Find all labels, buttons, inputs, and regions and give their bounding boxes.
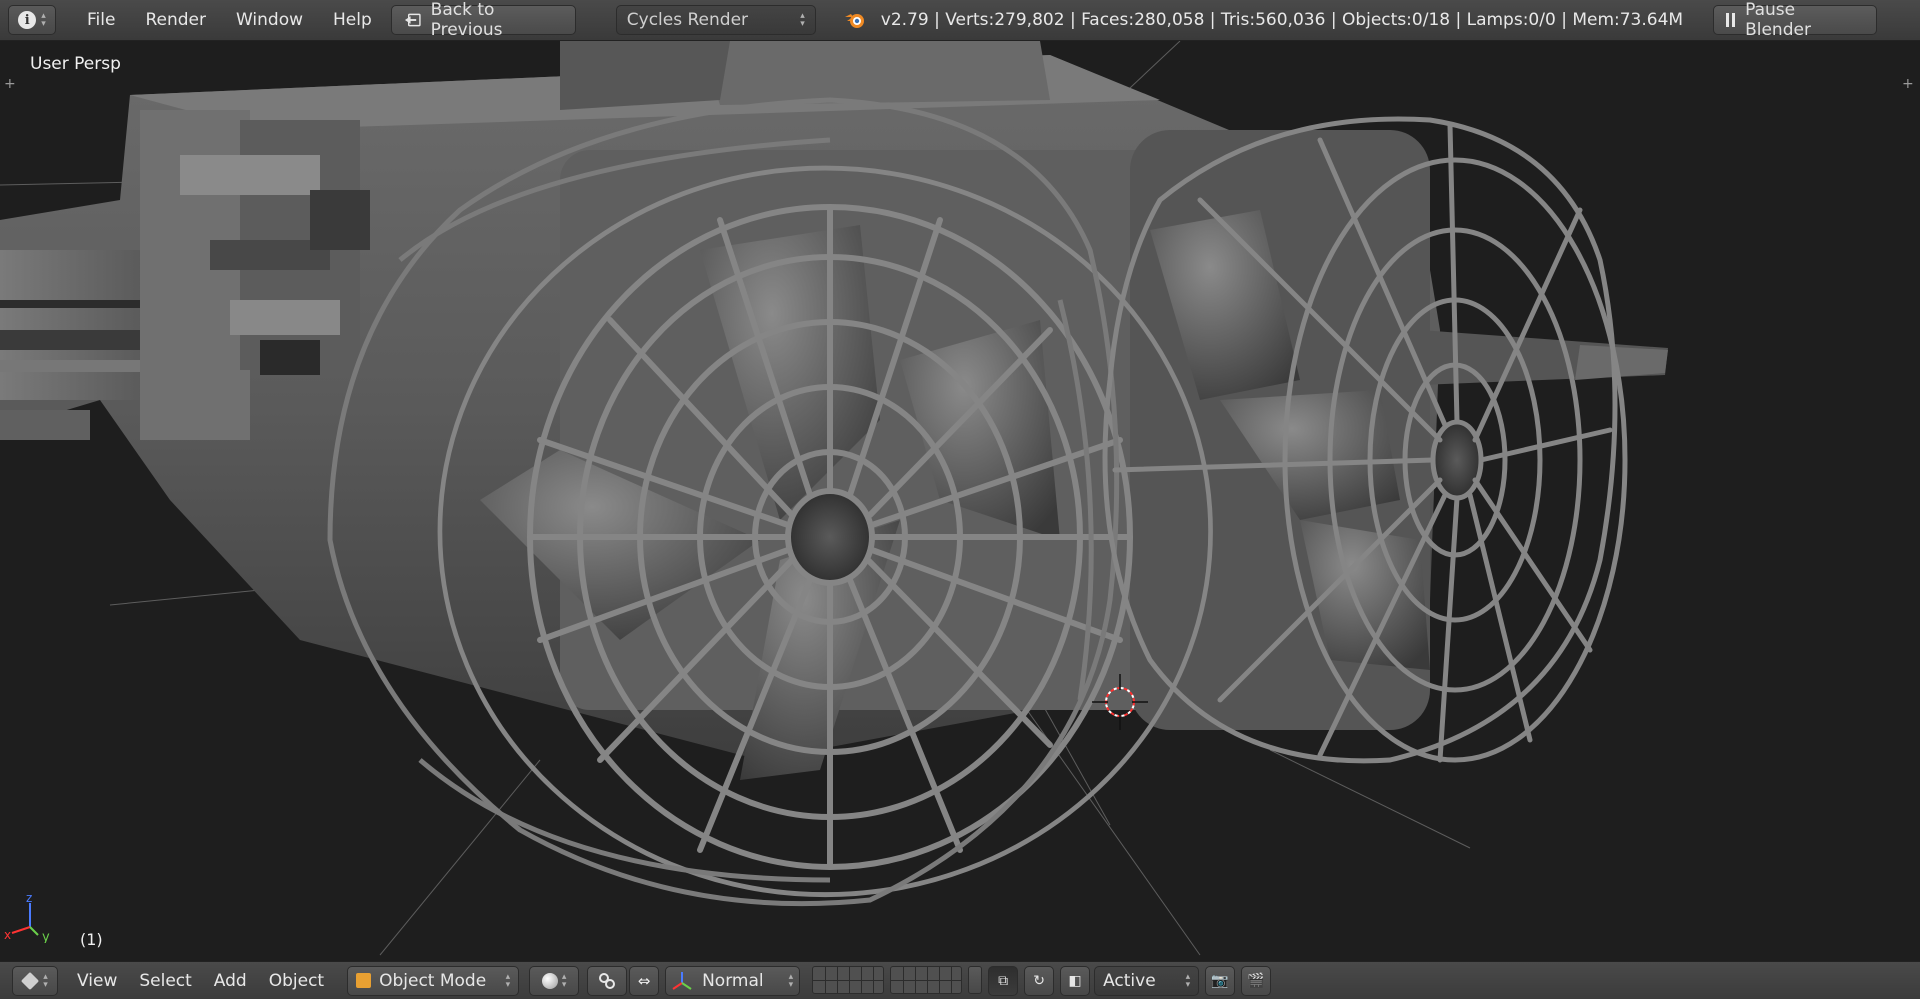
render-engine-value: Cycles Render (626, 10, 749, 30)
main-menu: File Render Window Help (72, 10, 387, 30)
axis-gizmo: z x y (4, 893, 50, 943)
info-icon: i (18, 11, 37, 29)
menu-help[interactable]: Help (318, 10, 387, 30)
proportional-edit-icon: ↻ (1033, 972, 1045, 989)
render-engine-select[interactable]: Cycles Render ▴ ▾ (615, 5, 816, 35)
proportional-editing-button[interactable]: ↻ (1024, 965, 1055, 996)
render-opengl-animation-button[interactable]: 🎬 (1241, 965, 1272, 996)
updown-arrows-icon: ▴ ▾ (41, 11, 46, 29)
transform-orientation-value: Normal (702, 970, 764, 991)
updown-arrows-icon: ▴ ▾ (561, 971, 567, 990)
render-opengl-image-button[interactable]: 📷 (1205, 965, 1236, 996)
view-perspective-label: User Persp (30, 54, 121, 74)
layer-buttons-group-2[interactable] (890, 965, 963, 994)
updown-arrows-icon: ▴ ▾ (800, 11, 805, 29)
updown-arrows-icon: ▴ ▾ (1185, 971, 1191, 990)
lock-camera-layers-button[interactable]: ⧉ (988, 965, 1019, 996)
editor-type-selector[interactable]: ▴ ▾ (12, 965, 58, 996)
transform-axes-icon (672, 971, 692, 990)
current-frame-label: (1) (80, 930, 103, 949)
3d-viewport[interactable]: User Persp + + z x y (1) (0, 41, 1920, 961)
cube-icon (21, 971, 40, 990)
viewport-shading-select[interactable]: ▴ ▾ (529, 965, 580, 996)
info-header: i ▴ ▾ File Render Window Help Back to Pre… (0, 0, 1920, 41)
snap-element-button[interactable]: ◧ (1060, 965, 1091, 996)
axis-x-label: x (4, 928, 11, 942)
menu-file[interactable]: File (72, 10, 130, 30)
updown-arrows-icon: ▴ ▾ (788, 971, 794, 990)
editor-type-selector[interactable]: i ▴ ▾ (8, 5, 56, 35)
pause-blender-label: Pause Blender (1745, 0, 1811, 40)
scene-render (0, 41, 1668, 956)
transform-orientation-select[interactable]: Normal ▴ ▾ (665, 965, 801, 996)
interaction-mode-value: Object Mode (379, 970, 487, 991)
scene-layers[interactable] (812, 965, 983, 996)
axis-y-label: y (42, 930, 50, 943)
menu-view[interactable]: View (66, 971, 128, 991)
region-split-plus-icon[interactable]: + (4, 76, 16, 92)
snap-target-value: Active (1103, 970, 1156, 991)
layer-buttons-group-1[interactable] (812, 965, 885, 994)
lock-layers-icon[interactable] (968, 965, 983, 994)
view-menu-bar: View Select Add Object (66, 971, 335, 991)
back-to-previous-label: Back to Previous (430, 0, 503, 40)
interaction-mode-select[interactable]: Object Mode ▴ ▾ (347, 965, 520, 996)
back-arrow-icon (404, 13, 421, 27)
updown-arrows-icon: ▴ ▾ (505, 971, 511, 990)
menu-select[interactable]: Select (128, 971, 202, 991)
3d-view-header: ▴ ▾ View Select Add Object Object Mode ▴ ▾… (0, 961, 1920, 999)
pivot-point-icon (599, 972, 616, 989)
pause-icon (1726, 13, 1736, 27)
camera-icon: 📷 (1211, 972, 1229, 989)
solid-shading-icon (541, 972, 558, 989)
menu-window[interactable]: Window (221, 10, 318, 30)
snap-icon: ◧ (1068, 972, 1082, 989)
axis-z-label: z (26, 893, 32, 905)
lock-icon: ⧉ (998, 972, 1009, 989)
menu-object[interactable]: Object (258, 971, 335, 991)
updown-arrows-icon: ▴ ▾ (43, 971, 48, 990)
back-to-previous-button[interactable]: Back to Previous (390, 0, 576, 40)
pivot-point-select[interactable] (587, 965, 628, 996)
manipulator-icon: ⇔ (637, 971, 651, 990)
menu-render[interactable]: Render (130, 10, 221, 30)
scene-statistics: v2.79 | Verts:279,802 | Faces:280,058 | … (880, 10, 1684, 30)
manipulator-toggle-button[interactable]: ⇔ (629, 965, 660, 996)
snap-target-select[interactable]: Active ▴ ▾ (1094, 965, 1200, 996)
region-split-plus-icon[interactable]: + (1902, 76, 1914, 92)
clapperboard-icon: 🎬 (1247, 972, 1265, 989)
object-mode-icon (356, 973, 372, 988)
pause-blender-button[interactable]: Pause Blender (1713, 0, 1878, 40)
blender-logo-icon (844, 14, 864, 28)
menu-add[interactable]: Add (203, 971, 258, 991)
